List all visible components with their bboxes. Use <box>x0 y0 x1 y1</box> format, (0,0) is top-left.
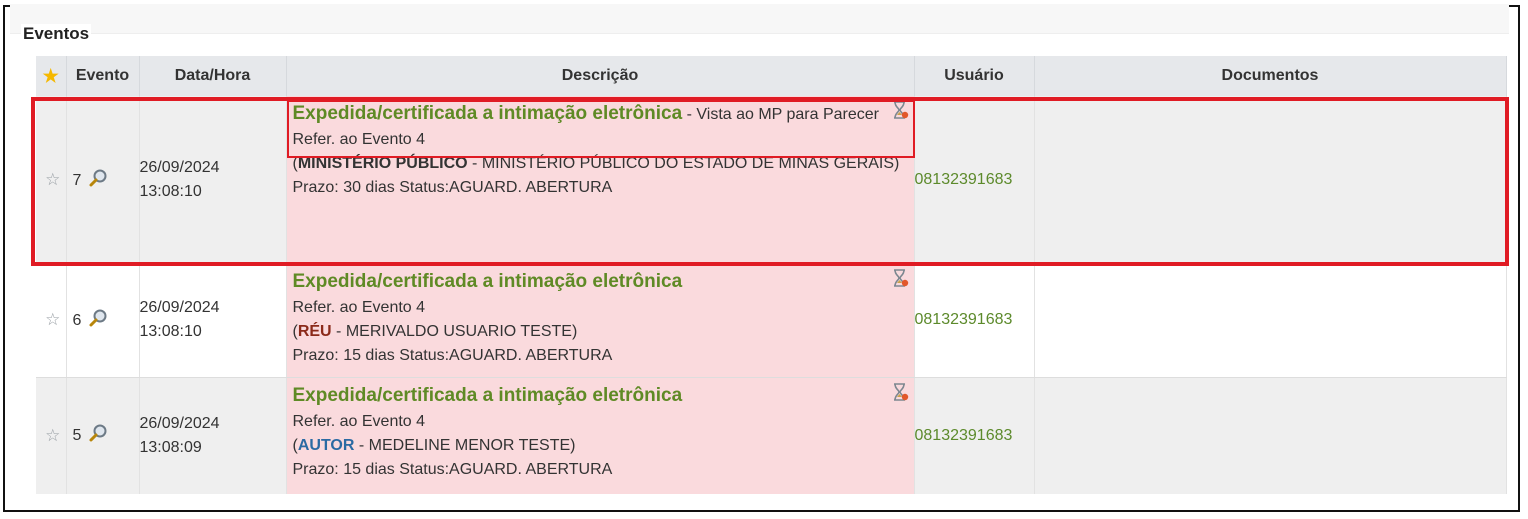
party-role: AUTOR <box>297 436 355 454</box>
table-row: ☆ 7 26/09/2024 13:08:10 Expedida/certifi… <box>36 96 1507 264</box>
header-datahora[interactable]: Data/Hora <box>139 56 287 96</box>
table-row: ☆ 6 26/09/2024 13:08:10 Expedida/certifi… <box>36 264 1507 378</box>
event-date: 26/09/2024 <box>139 299 220 317</box>
event-date: 26/09/2024 <box>139 414 220 432</box>
event-time: 13:08:10 <box>139 323 202 341</box>
favorite-cell: ☆ <box>36 377 67 494</box>
description-cell: Expedida/certificada a intimação eletrôn… <box>286 377 915 494</box>
table-row: ☆ 5 26/09/2024 13:08:09 Expedida/certifi… <box>36 377 1507 494</box>
event-time: 13:08:10 <box>139 183 202 200</box>
event-deadline-status: Prazo: 15 dias Status:AGUARD. ABERTURA <box>292 347 613 364</box>
event-time: 13:08:09 <box>139 438 202 456</box>
party-name: - MERIVALDO USUARIO TESTE) <box>331 323 578 340</box>
party-role: MINISTÉRIO PÚBLICO <box>297 155 468 172</box>
event-title-link[interactable]: Expedida/certificada a intimação eletrôn… <box>293 385 683 406</box>
star-outline-icon[interactable]: ☆ <box>45 170 60 190</box>
star-outline-icon[interactable]: ☆ <box>45 426 60 446</box>
favorite-cell: ☆ <box>36 264 67 378</box>
user-link[interactable]: 08132391683 <box>914 377 1035 494</box>
datetime-cell: 26/09/2024 13:08:10 <box>139 264 287 378</box>
magnifier-icon[interactable] <box>88 308 108 333</box>
favorite-column-header[interactable]: ★ <box>36 56 67 96</box>
party-name: - MINISTÉRIO PÚBLICO DO ESTADO DE MINAS … <box>467 155 900 172</box>
event-number: 5 <box>72 427 82 445</box>
header-evento[interactable]: Evento <box>66 56 140 96</box>
event-number-cell: 7 <box>66 96 140 264</box>
star-filled-icon[interactable]: ★ <box>43 66 59 86</box>
event-reference: Refer. ao Evento 4 <box>292 299 426 316</box>
description-cell: Expedida/certificada a intimação eletrôn… <box>286 96 915 264</box>
event-reference: Refer. ao Evento 4 <box>292 131 426 148</box>
event-title-link[interactable]: Expedida/certificada a intimação eletrôn… <box>293 271 683 292</box>
event-title-suffix: - Vista ao MP para Parecer <box>682 106 879 123</box>
table-header-row: ★ Evento Data/Hora Descrição Usuário Doc… <box>36 56 1507 96</box>
datetime-cell: 26/09/2024 13:08:09 <box>139 377 287 494</box>
panel-legend-bar <box>10 4 1509 34</box>
documents-cell <box>1034 96 1507 264</box>
event-deadline-status: Prazo: 15 dias Status:AGUARD. ABERTURA <box>292 460 613 478</box>
documents-cell <box>1034 377 1507 494</box>
event-number: 6 <box>72 311 82 329</box>
party-name: - MEDELINE MENOR TESTE) <box>354 436 576 454</box>
event-number-cell: 5 <box>66 377 140 494</box>
user-link[interactable]: 08132391683 <box>914 96 1035 264</box>
hourglass-icon <box>890 382 910 410</box>
magnifier-icon[interactable] <box>88 168 108 193</box>
header-usuario[interactable]: Usuário <box>914 56 1035 96</box>
event-reference: Refer. ao Evento 4 <box>292 412 426 430</box>
documents-cell <box>1034 264 1507 378</box>
event-number: 7 <box>72 171 82 189</box>
event-date: 26/09/2024 <box>139 159 220 176</box>
header-documentos[interactable]: Documentos <box>1034 56 1507 96</box>
star-outline-icon[interactable]: ☆ <box>45 310 60 330</box>
event-number-cell: 6 <box>66 264 140 378</box>
events-table: ★ Evento Data/Hora Descrição Usuário Doc… <box>36 56 1507 494</box>
event-deadline-status: Prazo: 30 dias Status:AGUARD. ABERTURA <box>292 179 613 196</box>
party-role: RÉU <box>297 323 332 340</box>
datetime-cell: 26/09/2024 13:08:10 <box>139 96 287 264</box>
hourglass-icon <box>890 268 910 296</box>
description-cell: Expedida/certificada a intimação eletrôn… <box>286 264 915 378</box>
header-descricao[interactable]: Descrição <box>286 56 915 96</box>
section-title: Eventos <box>21 24 92 44</box>
favorite-cell: ☆ <box>36 96 67 264</box>
hourglass-icon <box>890 100 910 128</box>
event-title-link[interactable]: Expedida/certificada a intimação eletrôn… <box>293 103 683 124</box>
magnifier-icon[interactable] <box>88 423 108 448</box>
user-link[interactable]: 08132391683 <box>914 264 1035 378</box>
